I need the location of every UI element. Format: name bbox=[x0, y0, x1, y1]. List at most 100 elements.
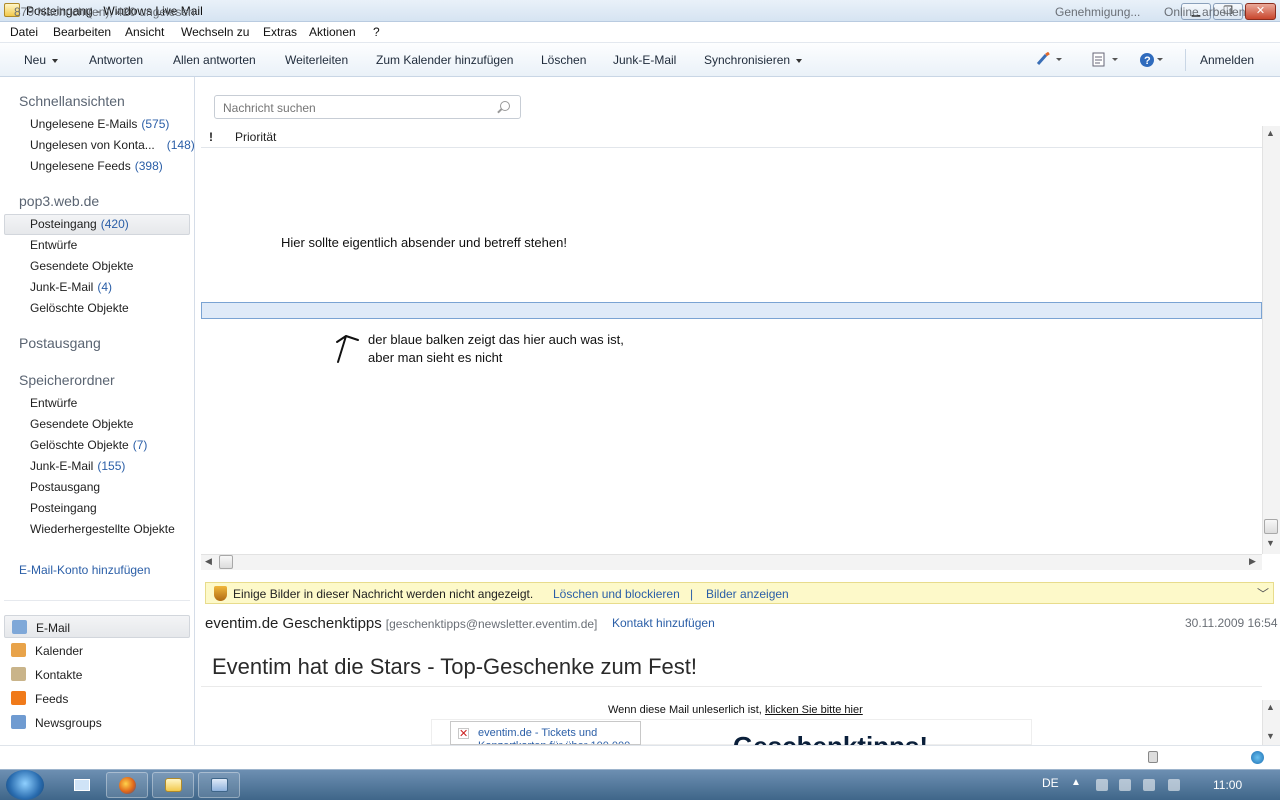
color-scheme-button[interactable] bbox=[1036, 51, 1062, 69]
windows-live-mail-icon bbox=[165, 778, 182, 792]
search-input[interactable] bbox=[223, 101, 483, 115]
scroll-down-icon[interactable]: ▼ bbox=[1266, 731, 1275, 741]
network-icon[interactable] bbox=[1143, 779, 1155, 791]
nav-calendar[interactable]: Kalender bbox=[4, 639, 190, 662]
new-button[interactable]: Neu bbox=[24, 53, 59, 67]
column-priority-header[interactable]: Priorität bbox=[235, 130, 276, 144]
toolbar-divider bbox=[1185, 49, 1186, 71]
storage-deleted[interactable]: Gelöschte Objekte (7) bbox=[30, 438, 147, 452]
delete-button[interactable]: Löschen bbox=[541, 53, 586, 67]
storage-sent[interactable]: Gesendete Objekte bbox=[30, 417, 133, 431]
online-status[interactable]: Online arbeiten bbox=[1164, 5, 1245, 19]
quick-views-heading[interactable]: Schnellansichten bbox=[19, 93, 125, 109]
menu-datei[interactable]: Datei bbox=[10, 25, 38, 39]
reply-button[interactable]: Antworten bbox=[89, 53, 143, 67]
contacts-icon bbox=[11, 667, 26, 681]
unreadable-hint: Wenn diese Mail unleserlich ist, klicken… bbox=[608, 704, 863, 716]
sign-in-button[interactable]: Anmelden bbox=[1200, 53, 1254, 67]
storage-folders-heading[interactable]: Speicherordner bbox=[19, 372, 115, 388]
click-here-link[interactable]: klicken Sie bitte hier bbox=[765, 704, 863, 716]
add-to-calendar-button[interactable]: Zum Kalender hinzufügen bbox=[376, 53, 513, 67]
delete-and-block-link[interactable]: Löschen und blockieren bbox=[553, 587, 680, 601]
selected-message-row[interactable] bbox=[201, 302, 1262, 319]
horizontal-scroll-thumb[interactable] bbox=[219, 555, 233, 569]
tray-app-icon[interactable] bbox=[1096, 779, 1108, 791]
menu-wechseln-zu[interactable]: Wechseln zu bbox=[181, 25, 249, 39]
storage-outbox[interactable]: Postausgang bbox=[30, 480, 100, 494]
search-box[interactable] bbox=[214, 95, 521, 119]
folder-count: (575) bbox=[141, 117, 170, 131]
nav-contacts[interactable]: Kontakte bbox=[4, 663, 190, 686]
start-button[interactable] bbox=[6, 770, 44, 800]
junk-button[interactable]: Junk-E-Mail bbox=[613, 53, 676, 67]
show-images-link[interactable]: Bilder anzeigen bbox=[706, 587, 789, 601]
infobar-text: Einige Bilder in dieser Nachricht werden… bbox=[233, 587, 534, 601]
show-desktop-button[interactable] bbox=[62, 772, 104, 798]
folder-label: Posteingang bbox=[30, 501, 97, 515]
message-list-horizontal-scrollbar[interactable] bbox=[201, 554, 1262, 570]
folder-junk[interactable]: Junk-E-Mail (4) bbox=[30, 280, 112, 294]
scroll-left-icon[interactable]: ◀ bbox=[205, 556, 212, 567]
language-indicator[interactable]: DE bbox=[1042, 776, 1059, 790]
outbox-heading[interactable]: Postausgang bbox=[19, 335, 101, 351]
volume-icon[interactable] bbox=[1168, 779, 1180, 791]
storage-inbox[interactable]: Posteingang bbox=[30, 501, 97, 515]
tray-power-icon[interactable] bbox=[1119, 779, 1131, 791]
tray-expand-icon[interactable]: ▲ bbox=[1071, 777, 1081, 788]
nav-mail[interactable]: E-Mail bbox=[4, 615, 190, 638]
scroll-up-icon[interactable]: ▲ bbox=[1266, 128, 1275, 138]
folder-drafts[interactable]: Entwürfe bbox=[30, 238, 77, 252]
add-email-account-link[interactable]: E-Mail-Konto hinzufügen bbox=[19, 563, 150, 577]
new-label: Neu bbox=[24, 53, 47, 67]
nav-newsgroups[interactable]: Newsgroups bbox=[4, 711, 190, 734]
folder-inbox[interactable]: Posteingang (420) bbox=[30, 217, 129, 231]
folder-unread-mails[interactable]: Ungelesene E-Mails (575) bbox=[30, 117, 169, 131]
shield-icon bbox=[214, 586, 227, 601]
folder-label: Entwürfe bbox=[30, 238, 78, 252]
clock[interactable]: 11:00 bbox=[1213, 778, 1242, 792]
storage-junk[interactable]: Junk-E-Mail (155) bbox=[30, 459, 125, 473]
add-contact-link[interactable]: Kontakt hinzufügen bbox=[612, 616, 715, 630]
folder-sent[interactable]: Gesendete Objekte bbox=[30, 259, 133, 273]
menu-bearbeiten[interactable]: Bearbeiten bbox=[53, 25, 111, 39]
sync-button[interactable]: Synchronisieren bbox=[704, 53, 803, 67]
nav-feeds[interactable]: Feeds bbox=[4, 687, 190, 710]
preview-divider bbox=[201, 686, 1262, 687]
broken-image[interactable]: ✕ eventim.de - Tickets und Konzertkarten… bbox=[450, 721, 641, 745]
close-button[interactable]: ✕ bbox=[1245, 3, 1276, 20]
infobar-separator: | bbox=[690, 587, 694, 601]
scroll-down-icon[interactable]: ▼ bbox=[1266, 538, 1275, 548]
account-heading[interactable]: pop3.web.de bbox=[19, 193, 99, 209]
taskbar-firefox[interactable] bbox=[106, 772, 148, 798]
folder-unread-contacts[interactable]: Ungelesen von Konta... (148) bbox=[30, 138, 195, 152]
desktop-icon bbox=[74, 779, 90, 791]
menu-aktionen[interactable]: Aktionen bbox=[309, 25, 356, 39]
forward-button[interactable]: Weiterleiten bbox=[285, 53, 348, 67]
scroll-right-icon[interactable]: ▶ bbox=[1249, 556, 1256, 567]
folder-deleted[interactable]: Gelöschte Objekte bbox=[30, 301, 129, 315]
menu-bar: Datei Bearbeiten Ansicht Wechseln zu Ext… bbox=[0, 22, 1280, 43]
vertical-scroll-thumb[interactable] bbox=[1264, 519, 1278, 534]
menu-help[interactable]: ? bbox=[373, 25, 380, 39]
storage-recovered[interactable]: Wiederhergestellte Objekte bbox=[30, 522, 175, 536]
menu-ansicht[interactable]: Ansicht bbox=[125, 25, 164, 39]
search-icon[interactable] bbox=[500, 101, 510, 111]
status-bar bbox=[0, 745, 1280, 769]
menu-extras[interactable]: Extras bbox=[263, 25, 297, 39]
annotation-note-2: der blaue balken zeigt das hier auch was… bbox=[368, 332, 624, 365]
layout-button[interactable] bbox=[1092, 52, 1122, 71]
folder-label: Posteingang bbox=[30, 217, 97, 231]
column-flag-header[interactable]: ! bbox=[209, 130, 213, 144]
reply-all-button[interactable]: Allen antworten bbox=[173, 53, 256, 67]
taskbar-mail[interactable] bbox=[152, 772, 194, 798]
taskbar-window[interactable] bbox=[198, 772, 240, 798]
scroll-up-icon[interactable]: ▲ bbox=[1266, 702, 1275, 712]
help-button[interactable]: ? bbox=[1139, 52, 1167, 71]
folder-unread-feeds[interactable]: Ungelesene Feeds (398) bbox=[30, 159, 163, 173]
storage-drafts[interactable]: Entwürfe bbox=[30, 396, 77, 410]
unreadable-hint-text: Wenn diese Mail unleserlich ist, bbox=[608, 704, 762, 716]
nav-label: Feeds bbox=[35, 692, 69, 706]
folder-label: Ungelesene Feeds bbox=[30, 159, 131, 173]
message-list-vertical-scrollbar[interactable] bbox=[1262, 126, 1280, 554]
chevron-down-icon[interactable]: ﹀ bbox=[1257, 585, 1269, 602]
